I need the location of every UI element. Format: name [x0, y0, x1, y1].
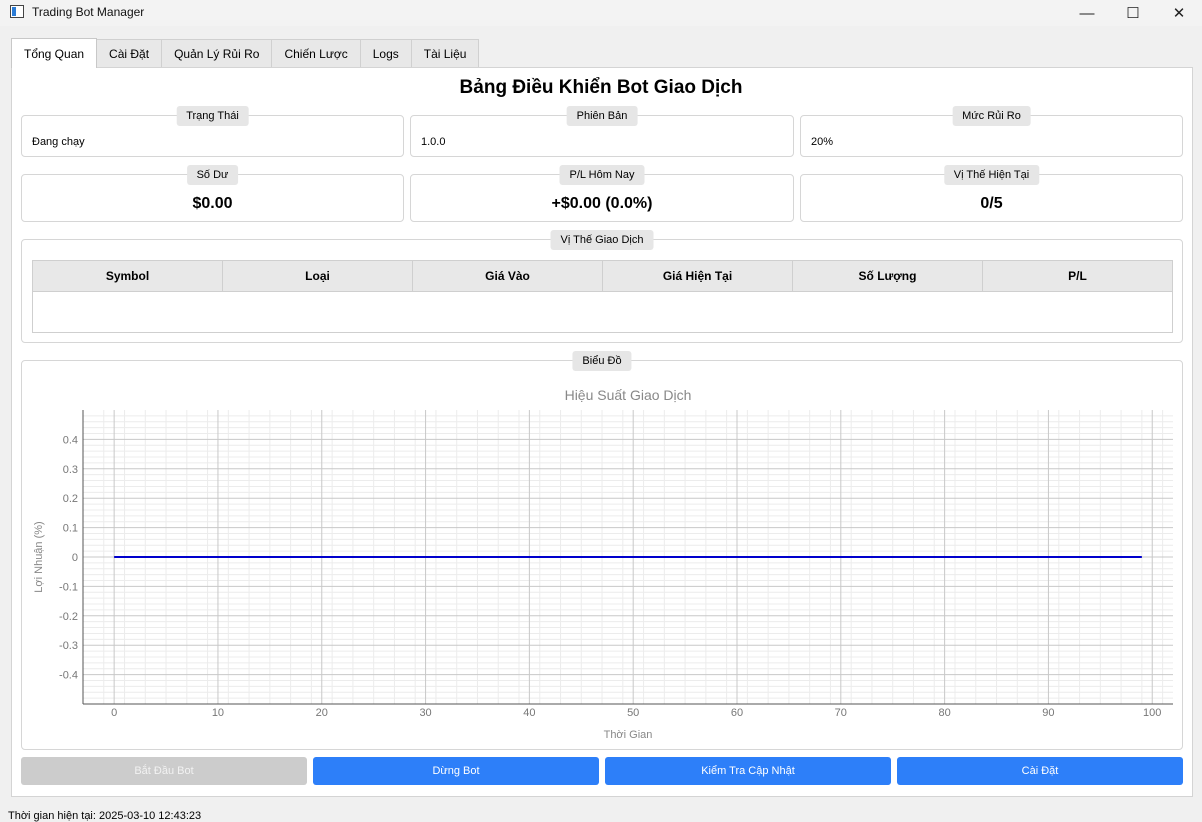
pl-today-group: P/L Hôm Nay +$0.00 (0.0%) [410, 165, 794, 222]
y-tick-label: 0 [72, 552, 78, 564]
y-tick-label: 0.1 [63, 523, 78, 535]
current-positions-value: 0/5 [980, 195, 1003, 212]
risk-level-group: Mức Rủi Ro 20% [800, 106, 1183, 157]
x-tick-label: 50 [627, 707, 639, 719]
y-tick-label: -0.4 [59, 670, 78, 682]
stop-bot-button[interactable]: Dừng Bot [313, 757, 599, 785]
tab-docs[interactable]: Tài Liệu [410, 39, 480, 68]
x-tick-label: 70 [835, 707, 847, 719]
column-entry-price[interactable]: Giá Vào [413, 261, 603, 291]
status-bar-time: Thời gian hiện tại: 2025-03-10 12:43:23 [8, 810, 202, 822]
y-tick-label: 0.3 [63, 464, 78, 476]
y-tick-label: 0.2 [63, 493, 78, 505]
window-title: Trading Bot Manager [32, 5, 145, 19]
column-type[interactable]: Loại [223, 261, 413, 291]
x-tick-label: 80 [938, 707, 950, 719]
x-tick-label: 30 [419, 707, 431, 719]
check-update-button[interactable]: Kiểm Tra Cập Nhật [605, 757, 891, 785]
version-label: Phiên Bản [566, 106, 638, 126]
current-positions-label: Vị Thế Hiện Tại [943, 165, 1040, 185]
balance-group: Số Dư $0.00 [21, 165, 404, 222]
settings-button[interactable]: Cài Đặt [897, 757, 1183, 785]
y-tick-label: -0.3 [59, 640, 78, 652]
positions-label: Vị Thế Giao Dịch [550, 230, 654, 250]
version-value: 1.0.0 [421, 136, 446, 148]
x-tick-label: 20 [316, 707, 328, 719]
x-tick-label: 10 [212, 707, 224, 719]
column-quantity[interactable]: Số Lượng [793, 261, 983, 291]
x-tick-label: 0 [111, 707, 117, 719]
tab-settings[interactable]: Cài Đặt [96, 39, 163, 68]
performance-chart: 0 10 20 30 40 50 60 70 80 90 100 0.4 0.3 0.2 0.1 0 -0.1 -… [33, 387, 1173, 741]
title-bar: Trading Bot Manager — ☐ ✕ [0, 0, 1202, 26]
x-tick-label: 40 [523, 707, 535, 719]
balance-label: Số Dư [186, 165, 239, 185]
tab-overview[interactable]: Tổng Quan [11, 38, 98, 68]
positions-table[interactable]: Symbol Loại Giá Vào Giá Hiện Tại Số Lượn… [32, 260, 1173, 333]
y-tick-label: -0.1 [59, 581, 78, 593]
x-tick-label: 60 [731, 707, 743, 719]
pl-today-label: P/L Hôm Nay [559, 165, 645, 185]
status-group: Trạng Thái Đang chạy [21, 106, 404, 157]
x-axis-label: Thời Gian [604, 729, 653, 741]
status-label: Trạng Thái [176, 106, 249, 126]
chart-group-label: Biểu Đồ [572, 351, 632, 371]
tab-bar: Tổng Quan Cài Đặt Quản Lý Rủi Ro Chiến L… [11, 38, 480, 68]
tab-logs[interactable]: Logs [359, 39, 412, 68]
current-positions-group: Vị Thế Hiện Tại 0/5 [800, 165, 1183, 222]
column-pl[interactable]: P/L [983, 261, 1172, 291]
maximize-icon[interactable]: ☐ [1110, 0, 1156, 26]
y-axis-label: Lợi Nhuận (%) [33, 521, 45, 592]
risk-level-label: Mức Rủi Ro [952, 106, 1031, 126]
chart-title: Hiệu Suất Giao Dịch [565, 387, 692, 403]
balance-value: $0.00 [192, 195, 233, 212]
table-header: Symbol Loại Giá Vào Giá Hiện Tại Số Lượn… [33, 261, 1172, 292]
pl-today-value: +$0.00 (0.0%) [551, 195, 653, 212]
x-tick-label: 90 [1042, 707, 1054, 719]
status-value: Đang chạy [32, 136, 85, 148]
close-icon[interactable]: ✕ [1156, 0, 1202, 26]
minimize-icon[interactable]: — [1064, 0, 1110, 26]
tab-risk-management[interactable]: Quản Lý Rủi Ro [161, 39, 273, 68]
y-tick-label: -0.2 [59, 611, 78, 623]
app-icon [10, 5, 24, 18]
start-bot-button[interactable]: Bắt Đầu Bot [21, 757, 307, 785]
y-tick-label: 0.4 [63, 434, 78, 446]
risk-level-value: 20% [811, 136, 834, 148]
column-current-price[interactable]: Giá Hiện Tại [603, 261, 793, 291]
x-tick-label: 100 [1143, 707, 1161, 719]
column-symbol[interactable]: Symbol [33, 261, 223, 291]
page-title: Bảng Điều Khiển Bot Giao Dịch [459, 77, 743, 98]
version-group: Phiên Bản 1.0.0 [410, 106, 794, 157]
tab-strategy[interactable]: Chiến Lược [271, 39, 361, 68]
